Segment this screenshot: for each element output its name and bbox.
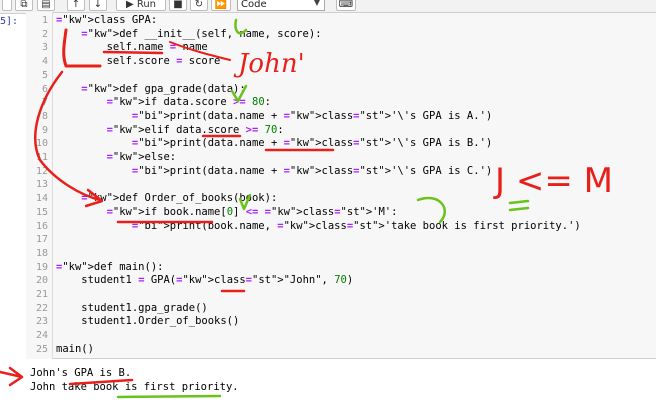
output-line: John take book is first priority. (30, 381, 239, 393)
code-text: main() (56, 342, 94, 355)
output-arrow (0, 366, 24, 387)
code-line[interactable]: 25 main() (0, 343, 656, 357)
fast-forward-icon[interactable]: ⏩ (211, 0, 231, 11)
line-number: 5 (41, 69, 48, 81)
code-line[interactable]: 14 ="kw">def Order_of_books(book): (0, 192, 656, 206)
code-text: student1 = GPA(="kw">class="st">"John", … (56, 274, 354, 287)
line-number: 21 (35, 289, 48, 300)
line-number: 9 (41, 124, 48, 136)
code-text: ="kw">if book.name[0] <= ="kw">class="st… (106, 205, 398, 218)
code-text: ="kw">if data.score >= 80: (106, 96, 271, 109)
code-line[interactable]: 12 ="bi">print(data.name + ="kw">class="… (0, 165, 656, 179)
code-line[interactable]: 23 student1.Order_of_books() (0, 315, 656, 329)
paste-icon[interactable]: ▤ (37, 0, 55, 11)
chevron-down-icon: ▼ (313, 0, 320, 7)
code-line[interactable]: 20 student1 = GPA(="kw">class="st">"John… (0, 274, 656, 288)
keyboard-icon[interactable]: ⌨ (336, 0, 356, 11)
cell-type-select[interactable]: Code ▼ (237, 0, 325, 11)
line-number: 12 (35, 165, 48, 177)
code-line[interactable]: 1 ="kw">class GPA: (0, 14, 656, 28)
code-text: ="kw">def main(): (56, 260, 164, 273)
code-line[interactable]: 18 (0, 247, 656, 261)
code-text: ="kw">def __init__(self, name, score): (81, 27, 322, 40)
code-text: self.name = name (56, 41, 208, 54)
restart-icon[interactable]: ↻ (190, 0, 208, 11)
line-number: 8 (41, 110, 48, 122)
code-text: ="bi">print(book.name, ="kw">class="st">… (131, 219, 581, 232)
code-text: student1.gpa_grade() (56, 301, 208, 314)
line-number: 3 (41, 42, 48, 54)
code-line[interactable]: 2 ="kw">def __init__(self, name, score): (0, 28, 656, 42)
code-text: student1.Order_of_books() (56, 315, 240, 328)
line-number: 22 (35, 302, 48, 314)
code-line[interactable]: 16 ="bi">print(book.name, ="kw">class="s… (0, 220, 656, 234)
move-up-icon[interactable]: ↑ (67, 0, 85, 11)
code-text: ="kw">elif data.score >= 70: (106, 123, 284, 136)
cell-type-value: Code (241, 0, 267, 10)
code-line[interactable]: 4 self.score = score (0, 55, 656, 69)
line-number: 6 (41, 83, 48, 95)
code-text: ="kw">class GPA: (56, 14, 158, 26)
code-line[interactable]: 13 (0, 178, 656, 192)
line-number: 1 (41, 15, 48, 26)
line-number: 16 (35, 220, 48, 232)
code-line[interactable]: 24 (0, 329, 656, 343)
code-line[interactable]: 17 (0, 233, 656, 247)
code-text: ="bi">print(data.name + ="kw">class="st"… (131, 137, 493, 150)
code-line[interactable]: 10 ="bi">print(data.name + ="kw">class="… (0, 137, 656, 151)
line-number: 11 (35, 152, 48, 163)
code-line[interactable]: 8 ="bi">print(data.name + ="kw">class="s… (0, 110, 656, 124)
code-line[interactable]: 9 ="kw">elif data.score >= 70: (0, 124, 656, 138)
line-number: 23 (35, 316, 48, 328)
line-number: 14 (35, 193, 48, 205)
code-line[interactable]: 3 self.name = name (0, 41, 656, 55)
run-button[interactable]: ▶ Run (116, 0, 166, 11)
run-icon: ▶ (125, 0, 137, 10)
code-text: ="kw">def gpa_grade(data): (81, 82, 246, 95)
line-number: 7 (41, 97, 48, 109)
line-number: 20 (35, 275, 48, 287)
cut-icon[interactable] (2, 0, 12, 11)
code-text: ="kw">else: (106, 151, 177, 163)
copy-icon[interactable]: ⧉ (15, 0, 33, 11)
run-label: Run (136, 0, 157, 10)
code-line[interactable]: 15 ="kw">if book.name[0] <= ="kw">class=… (0, 206, 656, 220)
code-text: ="bi">print(data.name + ="kw">class="st"… (131, 164, 493, 177)
code-text: ="kw">def Order_of_books(book): (81, 192, 278, 205)
line-number: 25 (35, 343, 48, 355)
code-line[interactable]: 22 student1.gpa_grade() (0, 302, 656, 316)
code-line[interactable]: 6 ="kw">def gpa_grade(data): (0, 83, 656, 97)
code-text: self.score = score (56, 55, 221, 68)
line-number: 18 (35, 247, 48, 259)
line-number: 4 (41, 56, 48, 68)
code-line[interactable]: 7 ="kw">if data.score >= 80: (0, 96, 656, 110)
output-line: John's GPA is B. (30, 367, 132, 379)
line-number: 24 (35, 330, 48, 342)
code-text: ="bi">print(data.name + ="kw">class="st"… (131, 109, 493, 122)
line-number: 13 (35, 179, 48, 191)
code-line[interactable]: 21 (0, 288, 656, 302)
line-number: 10 (35, 138, 48, 150)
move-down-icon[interactable]: ↓ (89, 0, 107, 11)
code-line[interactable]: 19 ="kw">def main(): (0, 261, 656, 275)
underline-output-first (116, 394, 222, 399)
code-line[interactable]: 5 (0, 69, 656, 83)
line-number: 17 (35, 234, 48, 246)
code-line[interactable]: 11 ="kw">else: (0, 151, 656, 165)
line-number: 19 (35, 261, 48, 273)
line-number: 15 (35, 206, 48, 218)
line-number: 2 (41, 28, 48, 40)
stop-icon[interactable]: ■ (169, 0, 187, 11)
